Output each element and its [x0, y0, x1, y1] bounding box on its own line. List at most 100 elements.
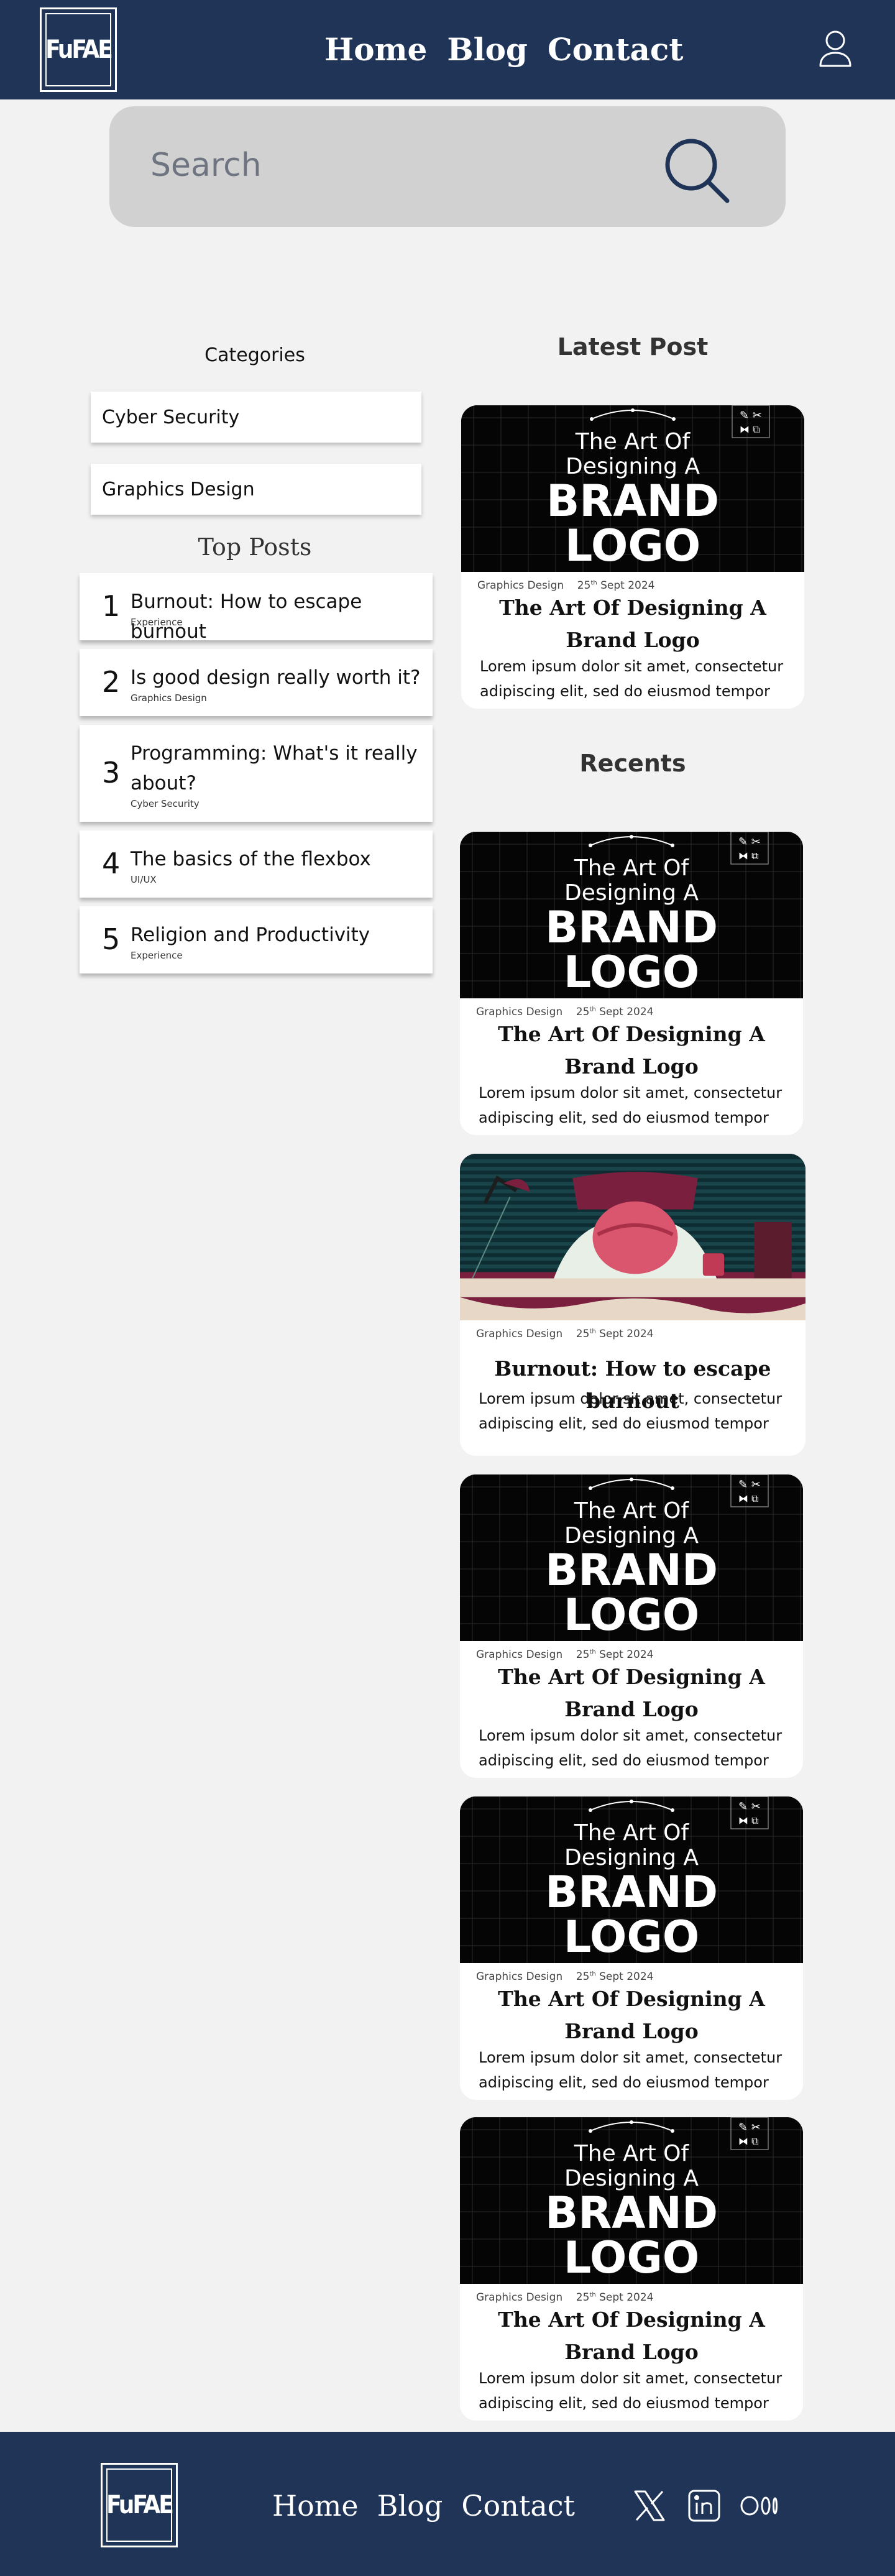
- top-post-title: Religion and Productivity: [131, 924, 370, 946]
- linkedin-icon[interactable]: [687, 2489, 721, 2523]
- post-title: The Art Of Designing A Brand Logo: [498, 2307, 765, 2364]
- latest-post-card[interactable]: ✎ ✂ ⧓ ⧉ The Art Of Designing A BRAND LOG…: [461, 405, 804, 709]
- recent-post-card[interactable]: ✎ ✂ ⧓ ⧉ The Art Of Designing A BRAND LOG…: [460, 1474, 803, 1778]
- svg-text:⧓ ⧉: ⧓ ⧉: [738, 2135, 759, 2147]
- footer-logo[interactable]: FuFAE: [101, 2463, 178, 2547]
- site-logo[interactable]: FuFAE: [40, 7, 117, 92]
- top-post-item[interactable]: 5 Religion and Productivity Experience: [80, 906, 433, 973]
- post-excerpt: Lorem ipsum dolor sit amet, consectetur …: [480, 658, 784, 700]
- svg-text:⧓ ⧉: ⧓ ⧉: [738, 1815, 759, 1826]
- thumb-line3: BRAND: [545, 1867, 718, 1918]
- thumb-line1: The Art Of: [574, 2141, 690, 2166]
- thumb-line1: The Art Of: [574, 1820, 690, 1846]
- svg-text:✎ ✂: ✎ ✂: [738, 1478, 761, 1491]
- top-post-title: Is good design really worth it?: [131, 666, 421, 689]
- top-post-category: Graphics Design: [131, 692, 207, 704]
- brand-logo-thumbnail: ✎ ✂ ⧓ ⧉ The Art Of Designing A BRAND LOG…: [460, 1474, 803, 1641]
- post-excerpt: Lorem ipsum dolor sit amet, consectetur …: [479, 1390, 783, 1432]
- post-meta: Graphics Design 25th Sept 2024: [476, 1649, 653, 1661]
- brand-logo-thumbnail: ✎ ✂ ⧓ ⧉ The Art Of Designing A BRAND LOG…: [460, 832, 803, 998]
- post-date: 25th Sept 2024: [576, 1328, 654, 1340]
- search-icon[interactable]: [663, 136, 731, 205]
- search-bar: [109, 106, 786, 227]
- recent-post-card[interactable]: ✎ ✂ ⧓ ⧉ The Art Of Designing A BRAND LOG…: [460, 832, 803, 1135]
- top-post-number: 3: [102, 756, 121, 789]
- latest-post-title: Latest Post: [557, 333, 709, 361]
- thumb-line4: LOGO: [565, 520, 701, 571]
- top-post-category: Experience: [131, 950, 183, 961]
- top-post-item[interactable]: 4 The basics of the flexbox UI/UX: [80, 830, 433, 898]
- post-excerpt: Lorem ipsum dolor sit amet, consectetur …: [479, 2370, 783, 2412]
- nav-blog-link[interactable]: Blog: [447, 31, 528, 68]
- user-icon[interactable]: [818, 30, 853, 68]
- top-post-category: Experience: [131, 617, 183, 628]
- nav-home-link[interactable]: Home: [324, 31, 427, 68]
- thumb-line4: LOGO: [564, 947, 700, 998]
- top-post-item[interactable]: 1 Burnout: How to escape burnout Experie…: [80, 573, 433, 643]
- post-meta: Graphics Design 25th Sept 2024: [477, 579, 654, 592]
- post-title: The Art Of Designing A Brand Logo: [498, 1022, 765, 1079]
- post-category: Graphics Design: [476, 1971, 563, 1983]
- post-meta: Graphics Design 25th Sept 2024: [476, 1006, 653, 1018]
- thumb-line1: The Art Of: [574, 1498, 690, 1524]
- brand-logo-thumbnail: ✎ ✂ ⧓ ⧉ The Art Of Designing A BRAND LOG…: [460, 1796, 803, 1963]
- footer-home-link[interactable]: Home: [272, 2489, 359, 2523]
- svg-text:⧓ ⧉: ⧓ ⧉: [740, 423, 760, 435]
- thumb-line4: LOGO: [564, 1589, 700, 1640]
- top-post-title: The basics of the flexbox: [131, 848, 371, 870]
- medium-icon[interactable]: [740, 2489, 779, 2523]
- recent-post-card[interactable]: Graphics Design 25th Sept 2024 Burnout: …: [460, 1154, 806, 1456]
- post-title: The Art Of Designing A Brand Logo: [498, 1987, 765, 2043]
- brand-logo-thumbnail: ✎ ✂ ⧓ ⧉ The Art Of Designing A BRAND LOG…: [461, 405, 804, 572]
- post-date: 25th Sept 2024: [577, 579, 655, 592]
- top-post-item[interactable]: 2 Is good design really worth it? Graphi…: [80, 649, 433, 716]
- post-date: 25th Sept 2024: [576, 2291, 654, 2304]
- search-input[interactable]: [150, 140, 648, 190]
- logo-text: FuFAE: [106, 2468, 174, 2542]
- recent-post-card[interactable]: ✎ ✂ ⧓ ⧉ The Art Of Designing A BRAND LOG…: [460, 2117, 803, 2421]
- top-post-title: Programming: What's it really about?: [131, 742, 418, 794]
- thumb-line3: BRAND: [545, 902, 718, 953]
- post-excerpt: Lorem ipsum dolor sit amet, consectetur …: [479, 1727, 783, 1769]
- svg-text:⧓ ⧉: ⧓ ⧉: [738, 850, 759, 862]
- top-post-number: 5: [102, 922, 121, 956]
- post-meta: Graphics Design 25th Sept 2024: [476, 1971, 653, 1983]
- post-meta: Graphics Design 25th Sept 2024: [476, 1328, 653, 1340]
- recent-post-card[interactable]: ✎ ✂ ⧓ ⧉ The Art Of Designing A BRAND LOG…: [460, 1796, 803, 2100]
- post-title: The Art Of Designing A Brand Logo: [499, 596, 766, 652]
- post-excerpt: Lorem ipsum dolor sit amet, consectetur …: [479, 2049, 783, 2091]
- post-category: Graphics Design: [476, 2291, 563, 2304]
- post-category: Graphics Design: [476, 1006, 563, 1018]
- x-icon[interactable]: [633, 2489, 666, 2523]
- burnout-illustration-thumbnail: [460, 1154, 806, 1320]
- top-post-category: UI/UX: [131, 874, 157, 885]
- thumb-line4: LOGO: [564, 2232, 700, 2283]
- thumb-line1: The Art Of: [575, 429, 691, 454]
- post-meta: Graphics Design 25th Sept 2024: [476, 2291, 653, 2304]
- svg-text:✎ ✂: ✎ ✂: [738, 2121, 761, 2134]
- top-post-category: Cyber Security: [131, 798, 200, 809]
- footer-contact-link[interactable]: Contact: [461, 2489, 575, 2523]
- svg-text:✎ ✂: ✎ ✂: [738, 1800, 761, 1813]
- svg-text:⧓ ⧉: ⧓ ⧉: [738, 1493, 759, 1504]
- thumb-line3: BRAND: [545, 1545, 718, 1596]
- category-cyber-security[interactable]: Cyber Security: [91, 392, 421, 443]
- post-category: Graphics Design: [477, 579, 564, 592]
- post-category: Graphics Design: [476, 1328, 563, 1340]
- nav-contact-link[interactable]: Contact: [548, 31, 684, 68]
- thumb-line3: BRAND: [546, 476, 719, 527]
- logo-text: FuFAE: [45, 13, 113, 86]
- post-date: 25th Sept 2024: [576, 1006, 654, 1018]
- post-title: The Art Of Designing A Brand Logo: [498, 1665, 765, 1721]
- thumb-line1: The Art Of: [574, 855, 690, 881]
- post-date: 25th Sept 2024: [576, 1971, 654, 1983]
- svg-text:✎ ✂: ✎ ✂: [738, 835, 761, 849]
- category-graphics-design[interactable]: Graphics Design: [91, 464, 421, 515]
- main-nav: Home Blog Contact: [324, 31, 683, 68]
- top-post-item[interactable]: 3 Programming: What's it really about? C…: [80, 725, 433, 822]
- footer-blog-link[interactable]: Blog: [377, 2489, 443, 2523]
- svg-text:✎ ✂: ✎ ✂: [740, 409, 762, 422]
- top-posts-title: Top Posts: [198, 533, 312, 561]
- brand-logo-thumbnail: ✎ ✂ ⧓ ⧉ The Art Of Designing A BRAND LOG…: [460, 2117, 803, 2284]
- thumb-line3: BRAND: [545, 2187, 718, 2238]
